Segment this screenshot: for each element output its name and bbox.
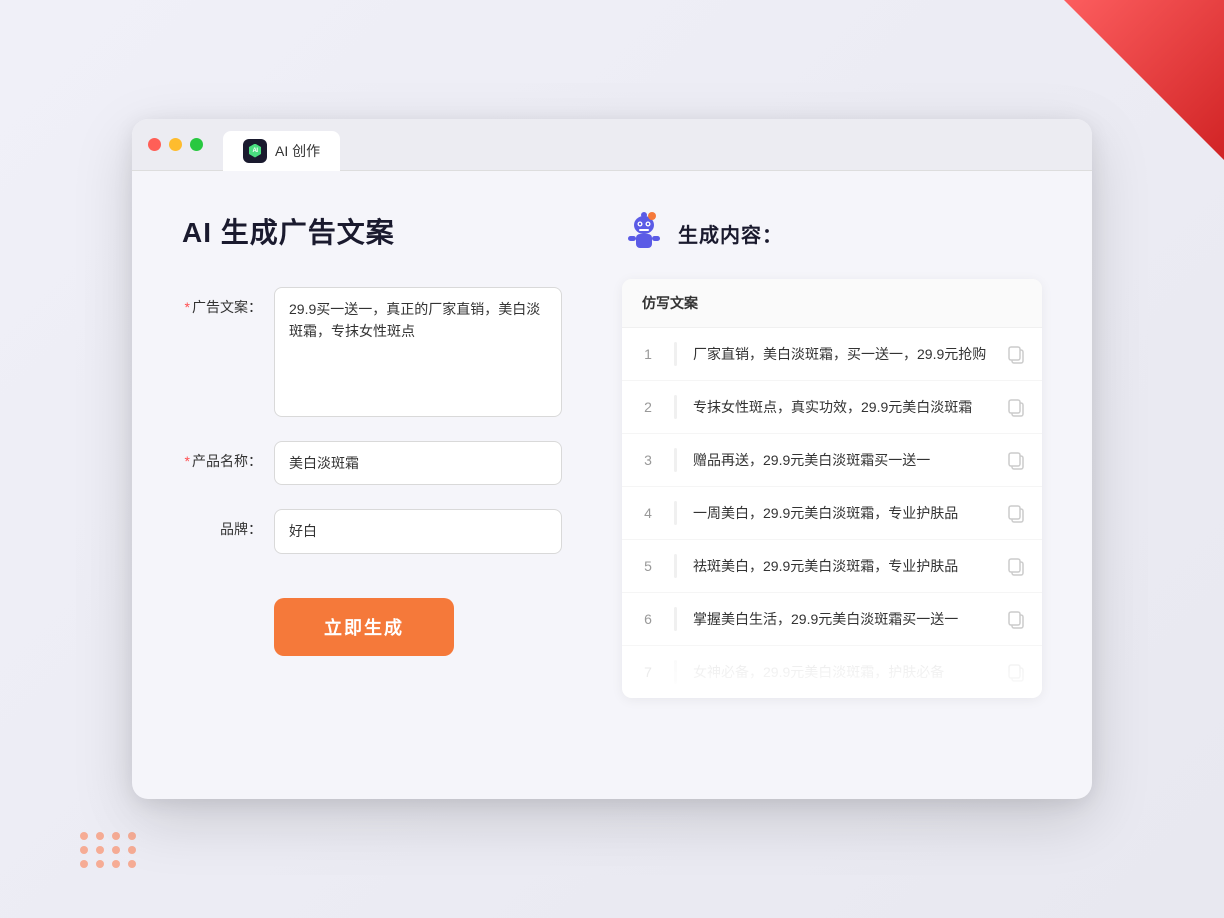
required-star: * — [185, 299, 190, 315]
copy-icon[interactable] — [1006, 609, 1026, 629]
browser-window: AI AI 创作 AI 生成广告文案 *广告文案： 29.9买一送一，真正的厂家… — [132, 119, 1092, 799]
table-row: 5 祛斑美白，29.9元美白淡斑霜，专业护肤品 — [622, 540, 1042, 593]
results-table: 仿写文案 1 厂家直销，美白淡斑霜，买一送一，29.9元抢购 2 专 — [622, 279, 1042, 698]
maximize-button[interactable] — [190, 138, 203, 151]
row-number: 6 — [638, 611, 658, 627]
table-row: 3 赠品再送，29.9元美白淡斑霜买一送一 — [622, 434, 1042, 487]
row-divider — [674, 501, 677, 525]
copy-icon[interactable] — [1006, 662, 1026, 682]
result-title: 生成内容： — [678, 219, 783, 248]
traffic-lights — [148, 138, 203, 151]
copy-icon[interactable] — [1006, 503, 1026, 523]
table-row: 2 专抹女性斑点，真实功效，29.9元美白淡斑霜 — [622, 381, 1042, 434]
product-name-input[interactable] — [274, 441, 562, 485]
row-text: 专抹女性斑点，真实功效，29.9元美白淡斑霜 — [693, 397, 990, 418]
row-divider — [674, 395, 677, 419]
table-row: 7 女神必备，29.9元美白淡斑霜，护肤必备 — [622, 646, 1042, 698]
row-text: 女神必备，29.9元美白淡斑霜，护肤必备 — [693, 662, 990, 683]
main-content: AI 生成广告文案 *广告文案： 29.9买一送一，真正的厂家直销，美白淡斑霜，… — [132, 171, 1092, 791]
row-number: 5 — [638, 558, 658, 574]
row-number: 7 — [638, 664, 658, 680]
row-number: 4 — [638, 505, 658, 521]
ad-copy-group: *广告文案： 29.9买一送一，真正的厂家直销，美白淡斑霜，专抹女性斑点 — [182, 287, 562, 417]
row-divider — [674, 660, 677, 684]
copy-icon[interactable] — [1006, 397, 1026, 417]
table-row: 4 一周美白，29.9元美白淡斑霜，专业护肤品 — [622, 487, 1042, 540]
copy-icon[interactable] — [1006, 450, 1026, 470]
ad-copy-input[interactable]: 29.9买一送一，真正的厂家直销，美白淡斑霜，专抹女性斑点 — [274, 287, 562, 417]
dots-decoration — [80, 832, 138, 868]
brand-group: 品牌： — [182, 509, 562, 553]
close-button[interactable] — [148, 138, 161, 151]
row-text: 一周美白，29.9元美白淡斑霜，专业护肤品 — [693, 503, 990, 524]
row-divider — [674, 448, 677, 472]
table-header-text: 仿写文案 — [642, 295, 698, 311]
ai-logo-icon: AI — [243, 139, 267, 163]
row-text: 掌握美白生活，29.9元美白淡斑霜买一送一 — [693, 609, 990, 630]
row-divider — [674, 554, 677, 578]
copy-icon[interactable] — [1006, 556, 1026, 576]
result-header: 生成内容： — [622, 211, 1042, 255]
robot-icon — [622, 211, 666, 255]
ad-copy-label: *广告文案： — [182, 287, 262, 317]
required-star-2: * — [185, 453, 190, 469]
title-bar: AI AI 创作 — [132, 119, 1092, 171]
left-panel: AI 生成广告文案 *广告文案： 29.9买一送一，真正的厂家直销，美白淡斑霜，… — [182, 211, 562, 751]
row-divider — [674, 607, 677, 631]
row-number: 1 — [638, 346, 658, 362]
generate-button[interactable]: 立即生成 — [274, 598, 454, 656]
product-name-label: *产品名称： — [182, 441, 262, 471]
tab-title: AI 创作 — [275, 141, 320, 161]
right-panel: 生成内容： 仿写文案 1 厂家直销，美白淡斑霜，买一送一，29.9元抢购 — [622, 211, 1042, 751]
row-number: 3 — [638, 452, 658, 468]
row-text: 祛斑美白，29.9元美白淡斑霜，专业护肤品 — [693, 556, 990, 577]
row-text: 厂家直销，美白淡斑霜，买一送一，29.9元抢购 — [693, 344, 990, 365]
brand-input[interactable] — [274, 509, 562, 553]
row-text: 赠品再送，29.9元美白淡斑霜买一送一 — [693, 450, 990, 471]
product-name-group: *产品名称： — [182, 441, 562, 485]
page-title: AI 生成广告文案 — [182, 211, 562, 251]
minimize-button[interactable] — [169, 138, 182, 151]
ai-creation-tab[interactable]: AI AI 创作 — [223, 131, 340, 171]
table-row: 6 掌握美白生活，29.9元美白淡斑霜买一送一 — [622, 593, 1042, 646]
table-row: 1 厂家直销，美白淡斑霜，买一送一，29.9元抢购 — [622, 328, 1042, 381]
row-divider — [674, 342, 677, 366]
table-header: 仿写文案 — [622, 279, 1042, 328]
copy-icon[interactable] — [1006, 344, 1026, 364]
brand-label: 品牌： — [182, 509, 262, 539]
row-number: 2 — [638, 399, 658, 415]
